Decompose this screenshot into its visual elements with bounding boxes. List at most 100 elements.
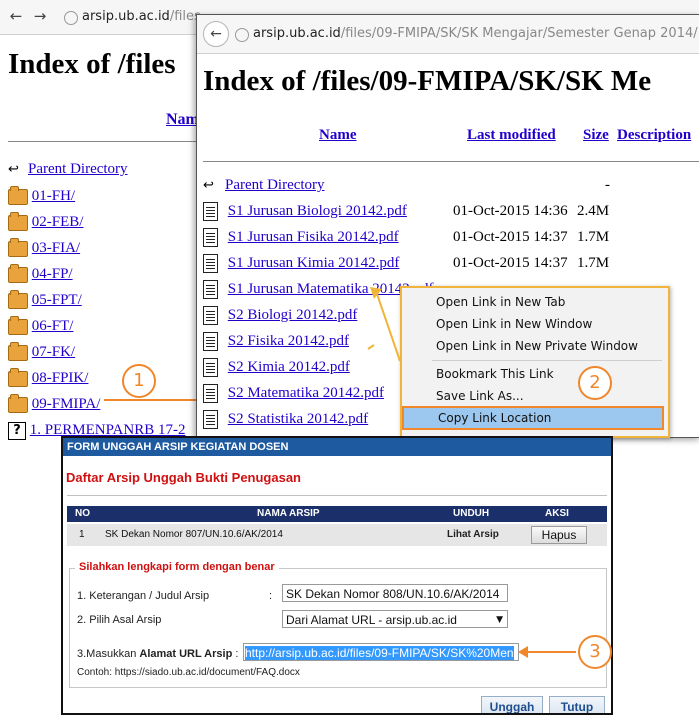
- list-item-label[interactable]: 09-FMIPA/: [32, 396, 101, 412]
- document-icon: [203, 410, 218, 430]
- section-title: Silahkan lengkapi form dengan benar: [75, 561, 279, 573]
- document-icon: [203, 332, 218, 352]
- menu-separator: [432, 360, 662, 361]
- menu-bookmark-link[interactable]: Bookmark This Link: [402, 363, 664, 385]
- folder-icon: [8, 393, 28, 413]
- list-item-label[interactable]: 02-FEB/: [32, 214, 84, 230]
- upload-form-panel: FORM UNGGAH ARSIP KEGIATAN DOSEN Daftar …: [61, 436, 613, 715]
- front-back-button[interactable]: ←: [203, 21, 229, 47]
- list-item-label[interactable]: 08-FPIK/: [32, 370, 89, 386]
- folder-icon: [8, 341, 28, 361]
- unknown-file-icon: ?: [8, 421, 26, 440]
- list-item-label[interactable]: 01-FH/: [32, 188, 75, 204]
- file-link[interactable]: S2 Statistika 20142.pdf: [228, 411, 368, 427]
- field3-label: 3.Masukkan Alamat URL Arsip :: [77, 648, 239, 660]
- list-item[interactable]: 03-FIA/: [8, 235, 185, 261]
- list-item[interactable]: ↩ Parent Directory -: [203, 172, 699, 198]
- col-description-header[interactable]: Description: [617, 127, 691, 144]
- th-nama: NAMA ARSIP: [257, 508, 320, 519]
- close-button[interactable]: Tutup: [549, 696, 605, 713]
- field1-colon: :: [269, 590, 273, 602]
- list-item-label[interactable]: 06-FT/: [32, 318, 74, 334]
- front-url-bar[interactable]: arsip.ub.ac.id/files/09-FMIPA/SK/SK Meng…: [253, 26, 698, 41]
- field2-label: 2. Pilih Asal Arsip: [77, 614, 162, 626]
- folder-icon: [8, 211, 28, 231]
- document-icon: [203, 202, 218, 222]
- back-col-name-header[interactable]: Nam: [166, 111, 199, 129]
- file-link[interactable]: S1 Jurusan Kimia 20142.pdf: [228, 255, 400, 271]
- folder-icon: [8, 185, 28, 205]
- file-link[interactable]: S1 Jurusan Fisika 20142.pdf: [228, 229, 399, 245]
- table-row: 1 SK Dekan Nomor 807/UN.10.6/AK/2014 Lih…: [67, 524, 607, 546]
- list-item[interactable]: 01-FH/: [8, 183, 185, 209]
- document-icon: [203, 228, 218, 248]
- list-item[interactable]: 04-FP/: [8, 261, 185, 287]
- td-no: 1: [79, 529, 85, 540]
- folder-icon: [8, 289, 28, 309]
- document-icon: [203, 254, 218, 274]
- delete-button[interactable]: Hapus: [531, 526, 587, 544]
- file-link[interactable]: S1 Jurusan Biologi 20142.pdf: [228, 203, 407, 219]
- file-modified: 01-Oct-2015 14:37: [453, 229, 568, 245]
- example-text: Contoh: https://siado.ub.ac.id/document/…: [77, 667, 300, 678]
- field1-label: 1. Keterangan / Judul Arsip: [77, 590, 210, 602]
- step-3-marker: 3: [578, 635, 612, 669]
- form-title: Daftar Arsip Unggah Bukti Penugasan: [66, 470, 301, 485]
- col-name-header[interactable]: Name: [319, 127, 357, 144]
- list-item[interactable]: ↩ Parent Directory: [8, 156, 185, 183]
- list-item[interactable]: 08-FPIK/: [8, 365, 185, 391]
- list-item-label[interactable]: 07-FK/: [32, 344, 75, 360]
- source-select-value: Dari Alamat URL - arsip.ub.ac.id: [286, 613, 457, 627]
- file-size: 1.7M: [577, 255, 610, 271]
- table-row[interactable]: S1 Jurusan Kimia 20142.pdf 01-Oct-2015 1…: [203, 250, 699, 276]
- title-input[interactable]: SK Dekan Nomor 808/UN.10.6/AK/2014: [282, 584, 508, 602]
- col-modified-header[interactable]: Last modified: [467, 127, 556, 144]
- menu-copy-link-location[interactable]: Copy Link Location: [402, 406, 664, 430]
- file-link[interactable]: S2 Biologi 20142.pdf: [228, 307, 358, 323]
- form-header: FORM UNGGAH ARSIP KEGIATAN DOSEN: [63, 438, 611, 456]
- list-item-label[interactable]: Parent Directory: [225, 177, 325, 193]
- folder-icon: [8, 315, 28, 335]
- file-link[interactable]: S2 Kimia 20142.pdf: [228, 359, 350, 375]
- back-arrow-icon[interactable]: ←: [8, 8, 24, 24]
- source-select[interactable]: Dari Alamat URL - arsip.ub.ac.id ▼: [282, 610, 508, 628]
- step-1-arrow: [104, 394, 208, 406]
- menu-save-link-as[interactable]: Save Link As...: [402, 385, 664, 407]
- url-input-value: http://arsip.ub.ac.id/files/09-FMIPA/SK/…: [245, 646, 514, 660]
- list-item[interactable]: 07-FK/: [8, 339, 185, 365]
- file-size: 2.4M: [577, 203, 610, 219]
- url-input[interactable]: http://arsip.ub.ac.id/files/09-FMIPA/SK/…: [243, 643, 519, 661]
- file-size: 1.7M: [577, 229, 610, 245]
- globe-icon: [64, 11, 78, 25]
- table-row[interactable]: S1 Jurusan Fisika 20142.pdf 01-Oct-2015 …: [203, 224, 699, 250]
- document-icon: [203, 306, 218, 326]
- list-item[interactable]: 02-FEB/: [8, 209, 185, 235]
- list-item-label[interactable]: 03-FIA/: [32, 240, 80, 256]
- list-item[interactable]: 05-FPT/: [8, 287, 185, 313]
- menu-open-private-window[interactable]: Open Link in New Private Window: [402, 335, 664, 357]
- menu-open-new-window[interactable]: Open Link in New Window: [402, 313, 664, 335]
- file-size: -: [605, 177, 610, 193]
- file-modified: 01-Oct-2015 14:36: [453, 203, 568, 219]
- divider: [8, 141, 198, 142]
- list-item-label[interactable]: Parent Directory: [28, 161, 128, 177]
- parent-dir-icon: ↩: [8, 162, 19, 177]
- document-icon: [203, 358, 218, 378]
- menu-open-new-tab[interactable]: Open Link in New Tab: [402, 291, 664, 313]
- parent-dir-icon: ↩: [203, 178, 214, 193]
- view-archive-link[interactable]: Lihat Arsip: [447, 524, 499, 546]
- table-row[interactable]: S1 Jurusan Biologi 20142.pdf 01-Oct-2015…: [203, 198, 699, 224]
- upload-button[interactable]: Unggah: [481, 696, 543, 713]
- file-link[interactable]: S2 Matematika 20142.pdf: [228, 385, 384, 401]
- folder-icon: [8, 367, 28, 387]
- folder-icon: [8, 237, 28, 257]
- back-url-bar[interactable]: arsip.ub.ac.id/files: [82, 9, 201, 24]
- divider: [67, 495, 607, 496]
- forward-arrow-icon[interactable]: →: [32, 8, 48, 24]
- list-item-label[interactable]: 05-FPT/: [32, 292, 82, 308]
- file-link[interactable]: S2 Fisika 20142.pdf: [228, 333, 349, 349]
- list-item-label[interactable]: 04-FP/: [32, 266, 73, 282]
- list-item[interactable]: 06-FT/: [8, 313, 185, 339]
- col-size-header[interactable]: Size: [583, 127, 609, 144]
- step-3-arrow: [518, 646, 576, 658]
